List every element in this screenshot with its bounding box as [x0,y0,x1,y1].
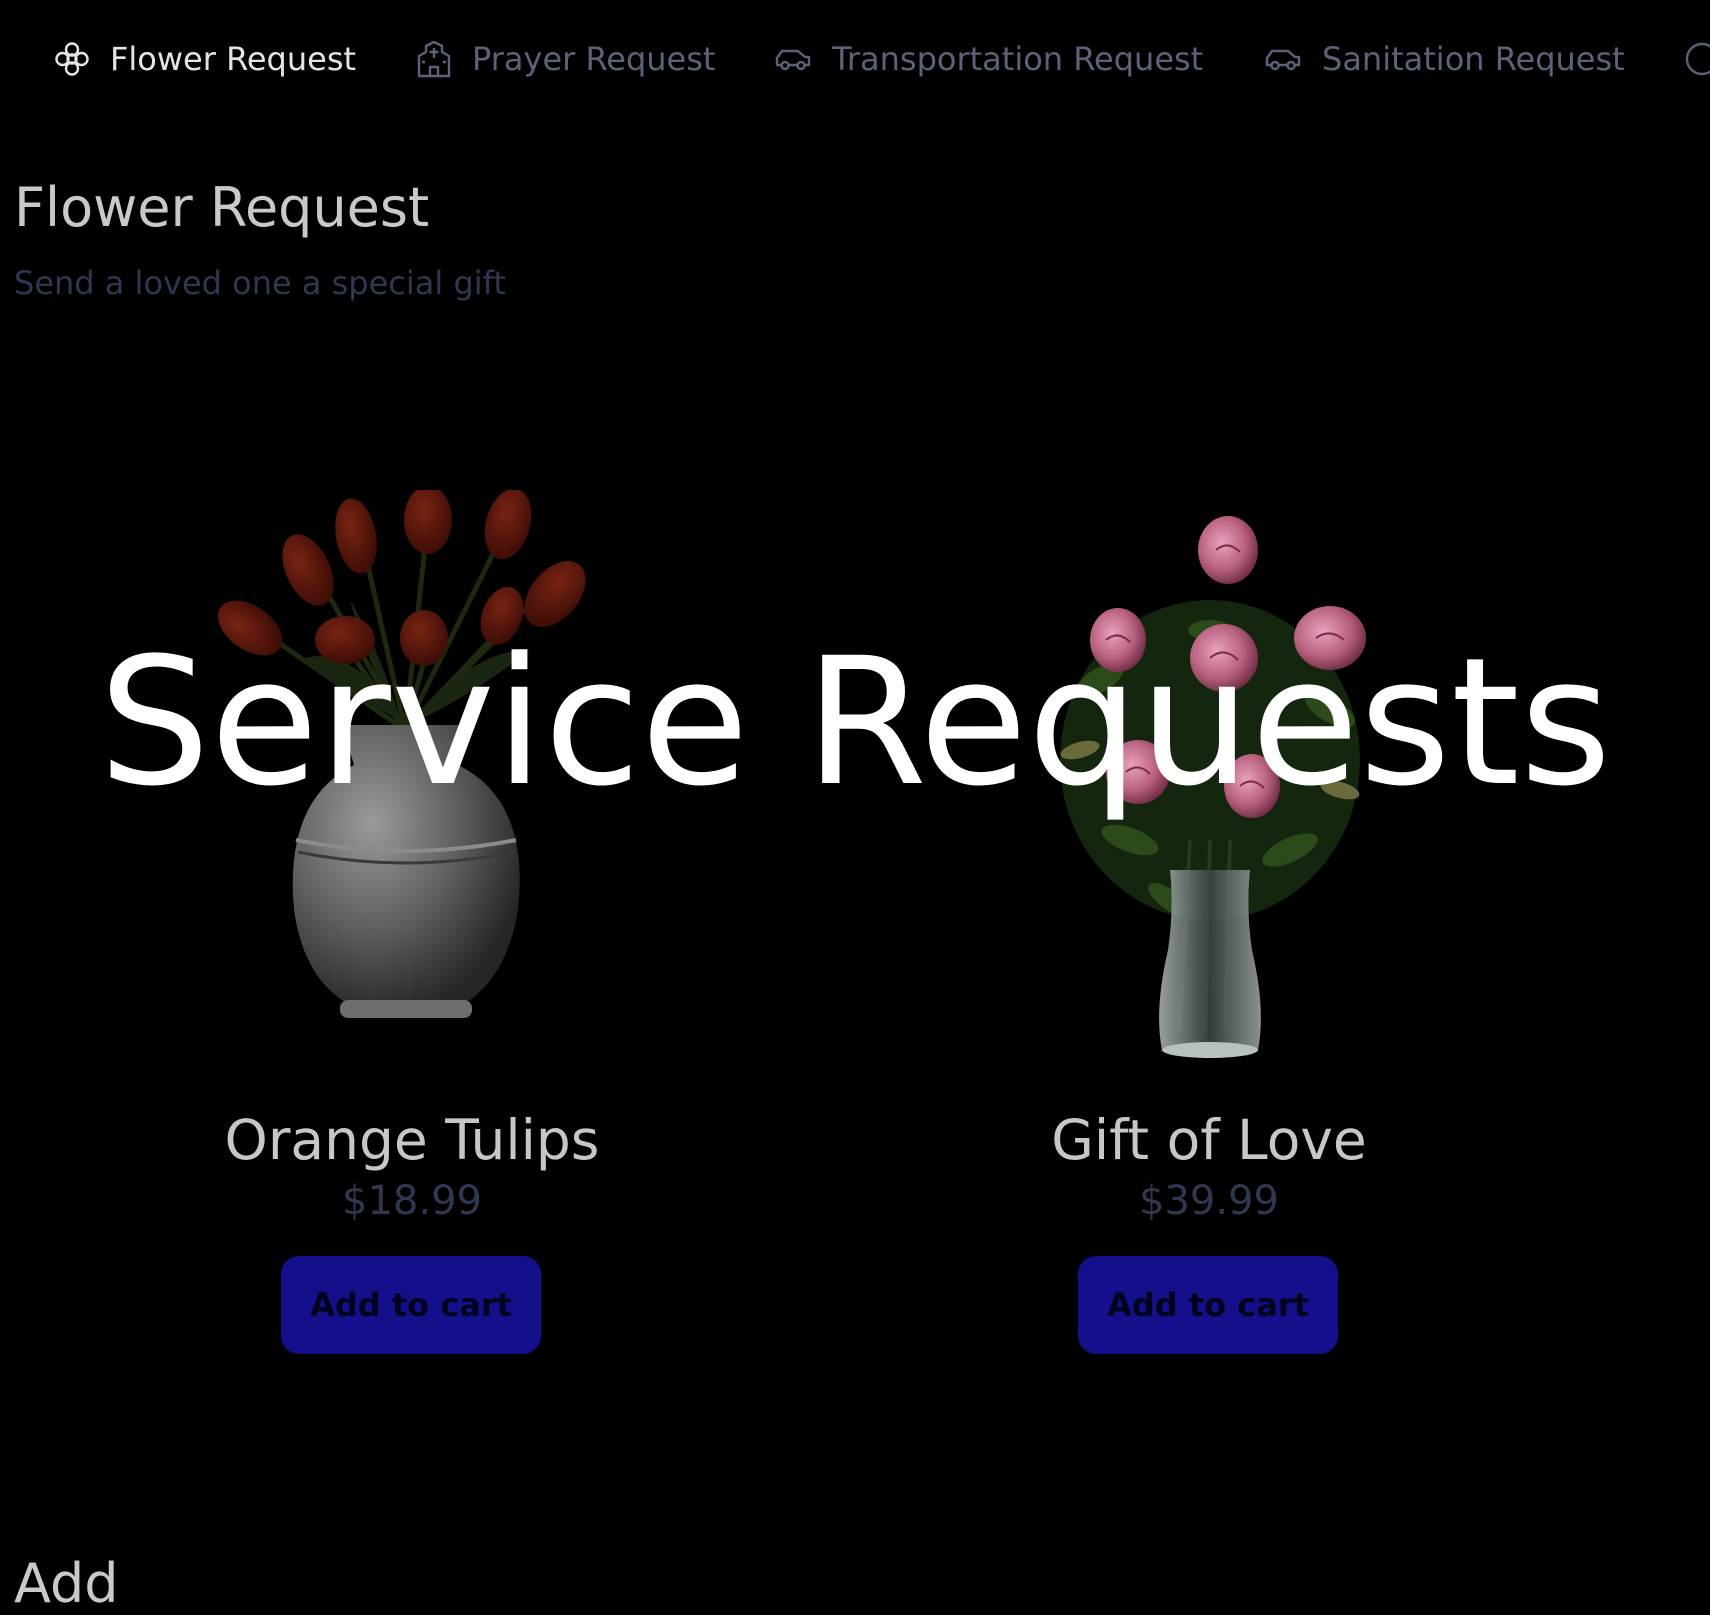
chapel-icon [416,40,452,78]
product-price: $39.99 [1139,1178,1279,1224]
product-name: Orange Tulips [224,1108,600,1172]
tab-flower-request[interactable]: Flower Request [54,36,356,82]
car-icon [1264,46,1302,72]
tab-label: Flower Request [110,40,357,78]
tab-label: Sanitation Request [1322,40,1625,78]
add-to-cart-button[interactable]: Add to cart [281,1256,541,1354]
tab-prayer-request[interactable]: Prayer Request [416,36,715,82]
tab-next-partial[interactable] [1684,36,1710,82]
section-heading-partial: Add [14,1552,119,1615]
circle-icon [1684,41,1710,77]
tab-label: Prayer Request [472,40,716,78]
tab-sanitation-request[interactable]: Sanitation Request [1264,36,1625,82]
flower-icon [54,41,90,77]
page-title: Flower Request [14,176,430,239]
service-request-tabs: Flower Request Prayer Request Transporta… [0,0,1710,118]
tab-label: Transportation Request [832,40,1204,78]
page-subtitle: Send a loved one a special gift [14,264,506,302]
overlay-title: Service Requests [98,620,1612,825]
tab-transportation-request[interactable]: Transportation Request [774,36,1203,82]
add-to-cart-button[interactable]: Add to cart [1078,1256,1338,1354]
product-name: Gift of Love [1051,1108,1367,1172]
car-icon [774,46,812,72]
product-price: $18.99 [342,1178,482,1224]
